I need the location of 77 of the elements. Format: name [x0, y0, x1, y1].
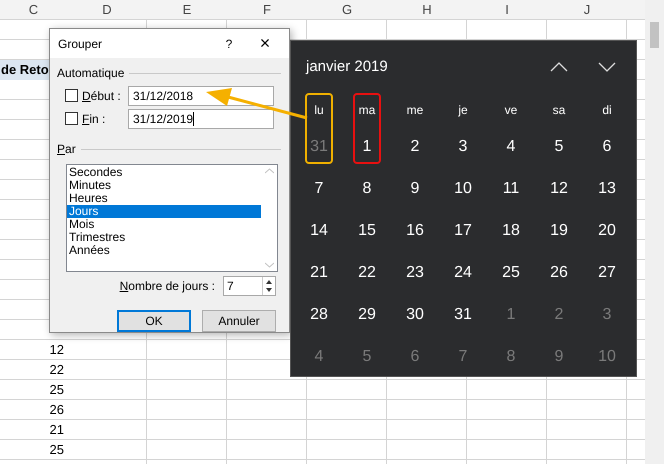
calendar-day[interactable]: 14 [295, 210, 343, 252]
calendar-day[interactable]: 5 [535, 126, 583, 168]
calendar-day[interactable]: 26 [535, 252, 583, 294]
spin-field[interactable]: 7 [223, 276, 276, 296]
table-cell-text: 25 [48, 381, 65, 399]
checkbox[interactable] [65, 89, 78, 102]
calendar-day[interactable]: 24 [439, 252, 487, 294]
list-item[interactable]: Mois [67, 218, 261, 231]
dialog-title: Grouper [58, 36, 102, 52]
calendar-day[interactable]: 28 [295, 294, 343, 336]
weekday-label: je [457, 102, 469, 118]
calendar-day[interactable]: 3 [439, 126, 487, 168]
help-button[interactable]: ? [217, 34, 241, 52]
column-header[interactable]: H [387, 0, 467, 20]
column-header[interactable]: C [0, 0, 67, 20]
calendar-day[interactable]: 25 [487, 252, 535, 294]
calendar-day[interactable]: 31 [439, 294, 487, 336]
cancel-button[interactable]: Annuler [202, 310, 276, 332]
column-header[interactable]: G [307, 0, 387, 20]
close-button[interactable]: × [241, 30, 289, 57]
chevron-down-icon[interactable] [598, 62, 616, 72]
column-header[interactable]: D [67, 0, 147, 20]
calendar-day[interactable]: 2 [391, 126, 439, 168]
weekday-label: me [406, 102, 424, 118]
calendar-day[interactable]: 23 [391, 252, 439, 294]
table-cell-text: 12 [48, 341, 65, 359]
month-title[interactable]: janvier 2019 [306, 56, 388, 78]
weekday-label: lu [313, 102, 325, 118]
list-item[interactable]: Années [67, 244, 261, 257]
calendar-day[interactable]: 1 [343, 126, 391, 168]
calendar-day[interactable]: 13 [583, 168, 631, 210]
field-label: Nombre de jours : [120, 278, 215, 295]
calendar-day[interactable]: 16 [391, 210, 439, 252]
calendar-day[interactable]: 22 [343, 252, 391, 294]
table-cell-text: 26 [48, 401, 65, 419]
ok-button[interactable]: OK [117, 310, 191, 332]
weekday-label: sa [552, 102, 566, 118]
calendar-day[interactable]: 7 [295, 168, 343, 210]
checkbox[interactable] [65, 112, 78, 125]
list-item[interactable]: Heures [67, 192, 261, 205]
column-header[interactable]: E [147, 0, 227, 20]
weekday-label: ma [358, 102, 376, 118]
input-field[interactable]: 31/12/2019 [128, 108, 274, 128]
calendar-day[interactable]: 19 [535, 210, 583, 252]
calendar-day[interactable]: 8 [343, 168, 391, 210]
calendar-day[interactable]: 21 [295, 252, 343, 294]
calendar-day[interactable]: 10 [439, 168, 487, 210]
calendar-day[interactable]: 18 [487, 210, 535, 252]
calendar-day[interactable]: 20 [583, 210, 631, 252]
column-header[interactable]: F [227, 0, 307, 20]
field-label: Début : [82, 88, 122, 104]
table-cell-text: 25 [48, 441, 65, 459]
calendar-day[interactable]: 29 [343, 294, 391, 336]
group-label: Par [57, 141, 76, 158]
table-cell-text: 22 [48, 361, 65, 379]
column-header[interactable]: I [467, 0, 547, 20]
calendar-day[interactable]: 17 [439, 210, 487, 252]
calendar-day[interactable]: 9 [391, 168, 439, 210]
calendar-day[interactable]: 4 [487, 126, 535, 168]
weekday-label: ve [504, 102, 518, 118]
list-item[interactable]: Trimestres [67, 231, 261, 244]
scrollbar[interactable] [645, 0, 664, 464]
list-item[interactable]: Secondes [67, 166, 261, 179]
calendar-day[interactable]: 27 [583, 252, 631, 294]
table-cell-text: 21 [48, 421, 65, 439]
calendar-day[interactable]: 12 [535, 168, 583, 210]
calendar-day[interactable]: 15 [343, 210, 391, 252]
list-box[interactable]: Secondes Minutes Heures Jours Mois Trimestres Années [66, 164, 278, 272]
chevron-up-icon[interactable] [550, 62, 568, 72]
calendar-day[interactable]: 11 [487, 168, 535, 210]
field-label: Fin : [82, 110, 106, 128]
weekday-label: di [601, 102, 613, 118]
list-item[interactable]: Minutes [67, 179, 261, 192]
column-header[interactable]: J [547, 0, 627, 20]
calendar-day[interactable]: 30 [391, 294, 439, 336]
list-item[interactable]: Jours [67, 205, 261, 218]
calendar-day[interactable]: 6 [583, 126, 631, 168]
